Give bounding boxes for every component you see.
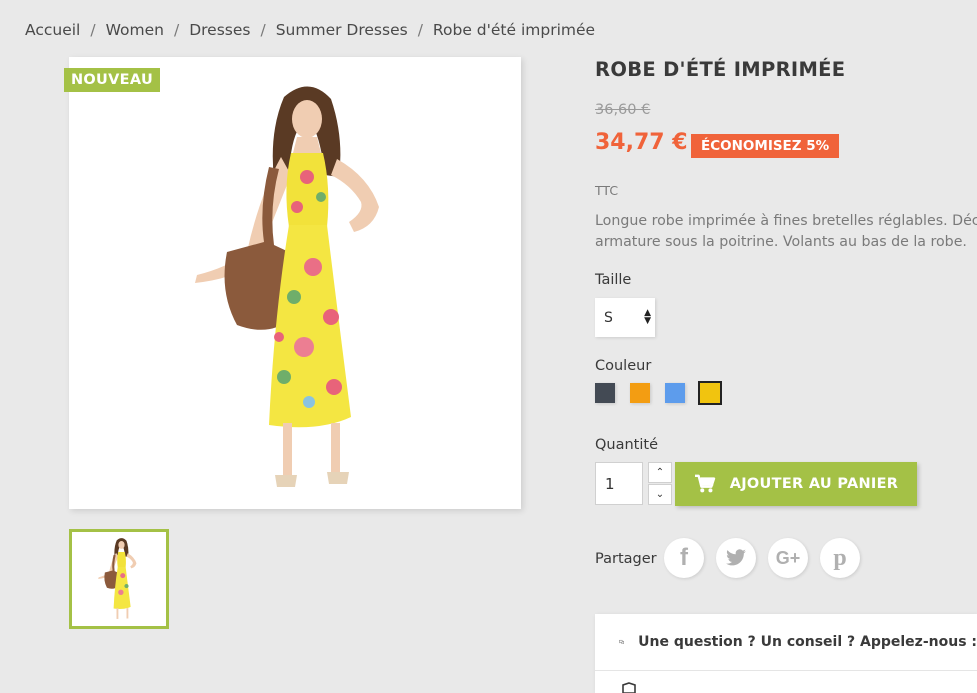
product-thumbnail[interactable]: [69, 529, 169, 629]
dress-model-illustration: [195, 86, 379, 487]
breadcrumb-separator: /: [260, 21, 266, 39]
add-to-cart-button[interactable]: AJOUTER AU PANIER: [675, 462, 917, 506]
share-label: Partager: [595, 551, 657, 567]
cart-icon: [694, 474, 715, 493]
product-description: Longue robe imprimée à fines bretelles r…: [595, 211, 977, 253]
color-swatch-yellow[interactable]: [698, 381, 722, 405]
chat-bubbles-icon: [619, 640, 624, 644]
color-swatch-blue[interactable]: [665, 383, 685, 403]
breadcrumb: Accueil / Women / Dresses / Summer Dress…: [25, 21, 595, 39]
breadcrumb-women[interactable]: Women: [106, 21, 164, 39]
breadcrumb-separator: /: [417, 21, 423, 39]
quantity-input[interactable]: 1: [595, 462, 643, 505]
share-twitter-button[interactable]: [716, 538, 756, 578]
color-swatch-orange[interactable]: [630, 383, 650, 403]
color-label: Couleur: [595, 358, 652, 374]
select-arrows-icon: ▲ ▼: [644, 308, 651, 326]
twitter-icon: [726, 549, 746, 566]
share-facebook-button[interactable]: f: [664, 538, 704, 578]
google-plus-icon: G+: [775, 547, 801, 568]
contact-row: Une question ? Un conseil ? Appelez-nous…: [595, 614, 977, 671]
quantity-decrease-button[interactable]: ⌄: [648, 484, 672, 505]
color-swatches: [595, 381, 722, 405]
reassurance-block: Une question ? Un conseil ? Appelez-nous…: [595, 614, 977, 693]
tax-label: TTC: [595, 183, 619, 198]
description-line: Longue robe imprimée à fines bretelles r…: [595, 213, 977, 229]
size-select[interactable]: S ▲ ▼: [595, 298, 655, 337]
new-badge: NOUVEAU: [64, 68, 161, 92]
contact-text: Une question ? Un conseil ? Appelez-nous…: [638, 634, 977, 650]
breadcrumb-separator: /: [173, 21, 180, 39]
facebook-icon: f: [680, 544, 688, 571]
chevron-down-icon: ⌄: [655, 489, 665, 500]
regular-price: 36,60 €: [595, 102, 651, 118]
share-pinterest-button[interactable]: p: [820, 538, 860, 578]
chevron-up-icon: ⌃: [655, 467, 665, 478]
description-line: armature sous la poitrine. Volants au ba…: [595, 234, 967, 250]
current-price: 34,77 €: [595, 130, 688, 155]
size-label: Taille: [595, 272, 632, 288]
size-selected-value: S: [604, 309, 613, 326]
share-google-plus-button[interactable]: G+: [768, 538, 808, 578]
thumbnail-image: [98, 538, 137, 619]
product-title: ROBE D'ÉTÉ IMPRIMÉE: [595, 58, 846, 81]
add-to-cart-label: AJOUTER AU PANIER: [729, 476, 899, 492]
product-main-image[interactable]: [69, 57, 521, 509]
breadcrumb-summer-dresses[interactable]: Summer Dresses: [276, 21, 408, 39]
color-swatch-dark-grey[interactable]: [595, 383, 615, 403]
quantity-increase-button[interactable]: ⌃: [648, 462, 672, 483]
pinterest-icon: p: [833, 544, 847, 571]
breadcrumb-dresses[interactable]: Dresses: [189, 21, 250, 39]
shield-icon: [622, 682, 636, 693]
quantity-label: Quantité: [595, 437, 658, 453]
discount-badge: ÉCONOMISEZ 5%: [691, 134, 840, 158]
breadcrumb-separator: /: [90, 21, 96, 39]
breadcrumb-current: Robe d'été imprimée: [432, 21, 596, 39]
breadcrumb-home[interactable]: Accueil: [25, 21, 80, 39]
